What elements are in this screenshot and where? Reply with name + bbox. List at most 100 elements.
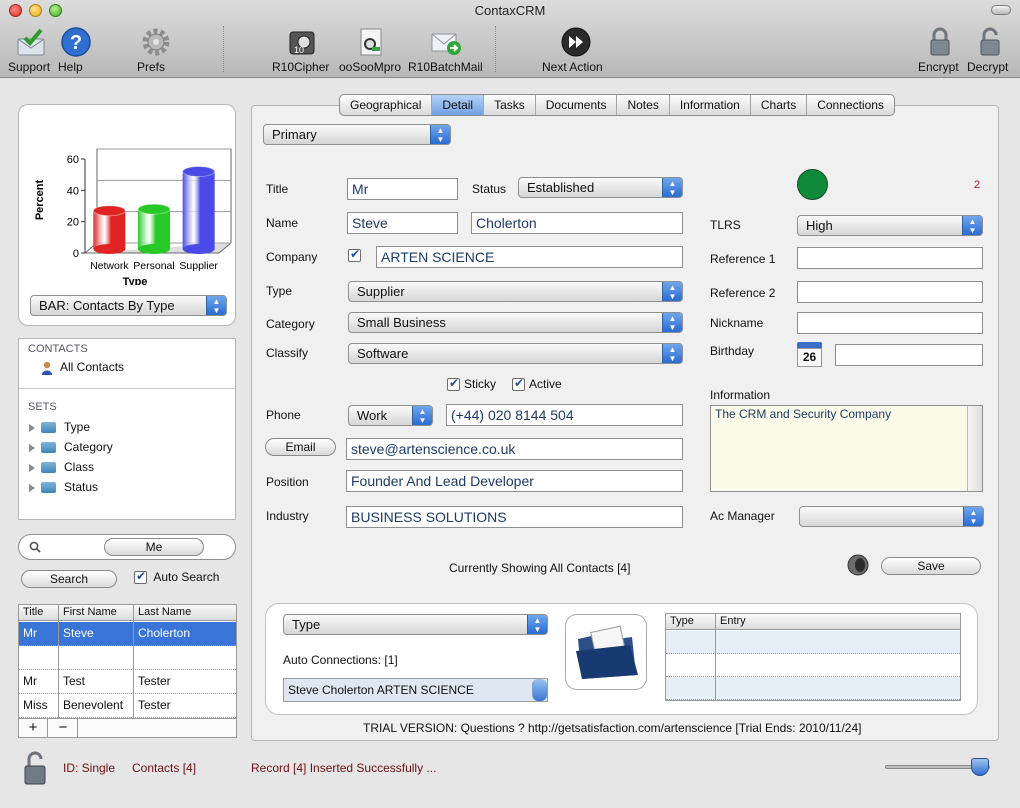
column-header-first-name[interactable]: First Name — [63, 606, 117, 618]
industry-field[interactable]: BUSINESS SOLUTIONS — [346, 506, 683, 528]
tab-connections[interactable]: Connections — [807, 95, 894, 115]
classify-select[interactable]: Software ▲ ▼ — [348, 343, 683, 364]
r10cipher-button[interactable]: 10 R10Cipher — [272, 26, 332, 74]
list-scrollbar[interactable] — [532, 679, 547, 701]
table-row[interactable] — [666, 677, 960, 700]
column-header-entry[interactable]: Entry — [720, 615, 746, 627]
table-row[interactable]: Miss Benevolent Tester — [19, 694, 236, 718]
search-token-me[interactable]: Me — [104, 538, 204, 556]
auto-connections-list[interactable]: Steve Cholerton ARTEN SCIENCE — [283, 678, 548, 702]
set-item-class[interactable]: Class — [29, 459, 94, 475]
unlock-status-icon[interactable] — [20, 750, 50, 786]
company-checkbox[interactable] — [348, 247, 361, 262]
tab-charts[interactable]: Charts — [751, 95, 808, 115]
last-name-field[interactable]: Cholerton — [471, 212, 683, 234]
speaker-icon[interactable] — [845, 553, 871, 577]
type-select[interactable]: Supplier ▲ ▼ — [348, 281, 683, 302]
information-textarea[interactable]: The CRM and Security Company — [710, 405, 983, 492]
r10batchmail-button[interactable]: R10BatchMail — [408, 26, 484, 74]
chart-tick-label: 60 — [67, 154, 79, 166]
disclosure-triangle-icon[interactable] — [29, 443, 35, 452]
email-field[interactable]: steve@artenscience.co.uk — [346, 438, 683, 460]
next-action-icon — [561, 27, 591, 57]
set-item-status[interactable]: Status — [29, 479, 98, 495]
birthday-label: Birthday — [710, 344, 755, 358]
phone-type-select[interactable]: Work ▲ ▼ — [348, 405, 433, 426]
column-header-title[interactable]: Title — [23, 606, 43, 618]
prefs-button[interactable]: Prefs — [137, 26, 175, 74]
disclosure-triangle-icon[interactable] — [29, 423, 35, 432]
connections-folder-button[interactable] — [565, 614, 647, 690]
encrypt-button[interactable]: Encrypt — [918, 26, 962, 74]
id-mode-status: ID: Single — [63, 761, 116, 775]
company-field[interactable]: ARTEN SCIENCE — [376, 246, 683, 268]
chart-tick-label: 40 — [67, 185, 79, 197]
decrypt-button[interactable]: Decrypt — [967, 26, 1013, 74]
table-row[interactable] — [666, 654, 960, 677]
select-arrows-icon: ▲ ▼ — [662, 344, 682, 363]
disclosure-triangle-icon[interactable] — [29, 483, 35, 492]
calendar-icon[interactable]: 26 — [797, 342, 822, 367]
toolbar-toggle-button[interactable] — [991, 5, 1011, 15]
folder-icon — [576, 625, 638, 679]
tab-notes[interactable]: Notes — [617, 95, 670, 115]
oosoompro-button[interactable]: ooSooMpro — [339, 26, 403, 74]
table-row[interactable]: Mr Test Tester — [19, 670, 236, 694]
add-contact-button[interactable]: + — [19, 719, 48, 737]
phone-field[interactable]: (+44) 020 8144 504 — [446, 404, 683, 426]
connection-type-select[interactable]: Type ▲ ▼ — [283, 614, 548, 635]
svg-text:10: 10 — [294, 45, 304, 55]
save-button[interactable]: Save — [881, 557, 981, 575]
information-scrollbar[interactable] — [967, 406, 982, 491]
tlrs-select[interactable]: High ▲ ▼ — [797, 215, 983, 236]
table-row[interactable] — [666, 631, 960, 654]
remove-contact-button[interactable]: − — [49, 719, 78, 737]
support-button[interactable]: Support — [8, 26, 54, 74]
birthday-field[interactable] — [835, 344, 983, 366]
table-row[interactable]: Mr Steve Cholerton — [19, 622, 236, 646]
ac-manager-select[interactable]: ▲ ▼ — [799, 506, 984, 527]
tab-detail[interactable]: Detail — [432, 95, 485, 115]
set-item-category[interactable]: Category — [29, 439, 113, 455]
reference2-field[interactable] — [797, 281, 983, 303]
chart-bar-personal — [137, 203, 171, 254]
status-select[interactable]: Established ▲ ▼ — [518, 177, 683, 198]
title-field[interactable]: Mr — [347, 178, 458, 200]
chart-type-select[interactable]: BAR: Contacts By Type ▲ ▼ — [30, 295, 227, 316]
nickname-field[interactable] — [797, 312, 983, 334]
set-item-type[interactable]: Type — [29, 419, 90, 435]
email-button[interactable]: Email — [265, 438, 336, 456]
folder-icon — [41, 482, 56, 494]
column-header-type[interactable]: Type — [670, 615, 694, 627]
lock-icon — [930, 27, 950, 56]
list-item[interactable]: Steve Cholerton ARTEN SCIENCE — [288, 683, 474, 697]
chart-tick-label: 20 — [67, 217, 79, 229]
reference2-label: Reference 2 — [710, 286, 776, 300]
tab-geographical[interactable]: Geographical — [340, 95, 433, 115]
zoom-slider-thumb[interactable] — [970, 758, 989, 776]
chart-x-axis-label: Type — [123, 276, 148, 285]
tab-information[interactable]: Information — [670, 95, 751, 115]
sets-header: SETS — [28, 401, 57, 413]
category-label: Category — [266, 317, 315, 331]
table-row[interactable] — [19, 646, 236, 670]
tab-documents[interactable]: Documents — [536, 95, 618, 115]
next-action-button[interactable]: Next Action — [542, 26, 610, 74]
disclosure-triangle-icon[interactable] — [29, 463, 35, 472]
help-button[interactable]: ? Help — [58, 26, 94, 74]
column-header-last-name[interactable]: Last Name — [138, 606, 191, 618]
sticky-checkbox[interactable]: Sticky — [447, 376, 496, 392]
position-field[interactable]: Founder And Lead Developer — [346, 470, 683, 492]
type-label: Type — [266, 284, 293, 298]
cipher-icon: 10 — [289, 31, 315, 55]
auto-search-checkbox[interactable]: Auto Search — [134, 569, 219, 585]
first-name-field[interactable]: Steve — [347, 212, 458, 234]
reference1-field[interactable] — [797, 247, 983, 269]
active-checkbox[interactable]: Active — [512, 376, 562, 392]
all-contacts-item[interactable]: All Contacts — [41, 359, 124, 375]
address-type-select[interactable]: Primary ▲ ▼ — [263, 124, 451, 145]
category-select[interactable]: Small Business ▲ ▼ — [348, 312, 683, 333]
search-button[interactable]: Search — [21, 570, 117, 588]
search-input[interactable]: Me — [18, 534, 236, 560]
tab-tasks[interactable]: Tasks — [484, 95, 536, 115]
